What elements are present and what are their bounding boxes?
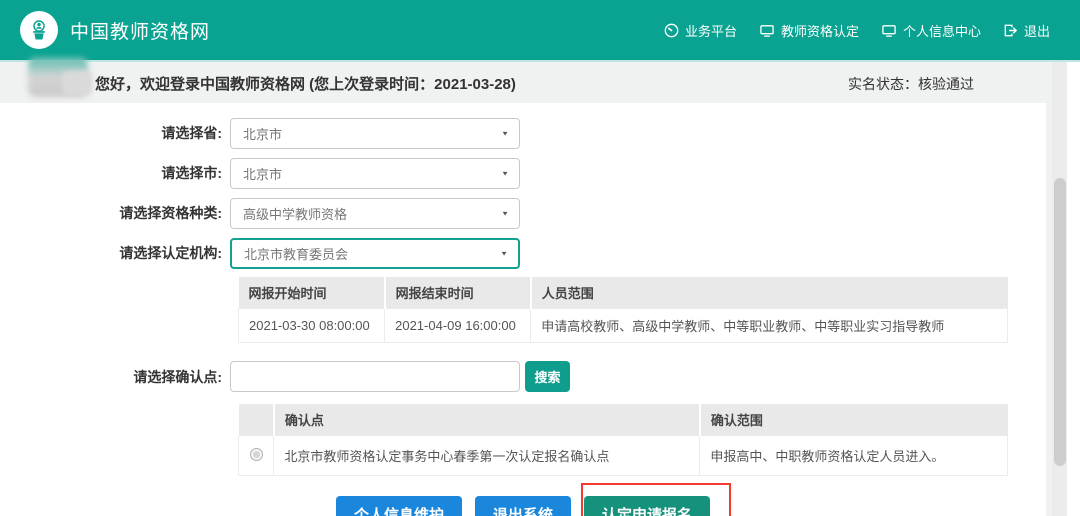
confirm-point-scope: 申报高中、中职教师资格认定人员进入。 xyxy=(700,436,1008,476)
schedule-header-end: 网报结束时间 xyxy=(385,277,531,309)
province-select[interactable]: 北京市 ▼ xyxy=(230,118,520,149)
chevron-down-icon: ▼ xyxy=(501,129,509,136)
confirm-table-header-row: 确认点 确认范围 xyxy=(239,404,1008,436)
table-row: 2021-03-30 08:00:00 2021-04-09 16:00:00 … xyxy=(239,309,1008,343)
top-nav: 业务平台 教师资格认定 个人信息中心 xyxy=(664,21,1050,40)
schedule-header-scope: 人员范围 xyxy=(531,277,1008,309)
schedule-table-header-row: 网报开始时间 网报结束时间 人员范围 xyxy=(239,277,1008,309)
confirm-point-table: 确认点 确认范围 北京市教师资格认定事务中心春季第一次认定报名确认点 申报高中、… xyxy=(238,404,1008,476)
apply-certification-button[interactable]: 认定申请报名 xyxy=(584,496,710,516)
nav-label: 个人信息中心 xyxy=(903,21,981,40)
confirm-point-search-input[interactable] xyxy=(230,361,520,392)
page: 中国教师资格网 业务平台 xyxy=(0,0,1080,516)
brand-logo-icon xyxy=(20,11,58,49)
annotated-button-wrapper: 认定申请报名 xyxy=(584,496,710,516)
form-row-qualification-type: 请选择资格种类: 高级中学教师资格 ▼ xyxy=(0,197,1046,229)
monitor-icon xyxy=(881,23,897,38)
brand-title: 中国教师资格网 xyxy=(70,17,210,44)
form-row-confirm-point: 请选择确认点: 搜索 xyxy=(0,361,1046,392)
exit-system-button[interactable]: 退出系统 xyxy=(475,496,571,516)
confirm-radio-cell xyxy=(239,436,274,476)
form-row-province: 请选择省: 北京市 ▼ xyxy=(0,117,1046,149)
confirm-header-radio xyxy=(239,404,274,436)
nav-personal-info-center[interactable]: 个人信息中心 xyxy=(881,21,981,40)
monitor-icon xyxy=(759,23,775,38)
dashboard-icon xyxy=(664,23,679,38)
nav-logout[interactable]: 退出 xyxy=(1003,21,1050,40)
brand[interactable]: 中国教师资格网 xyxy=(20,11,210,49)
confirm-point-radio[interactable] xyxy=(250,448,263,461)
realname-status: 实名状态：核验通过 xyxy=(848,74,974,94)
nav-label: 退出 xyxy=(1024,21,1050,40)
qualification-type-label: 请选择资格种类: xyxy=(0,203,230,223)
table-row: 北京市教师资格认定事务中心春季第一次认定报名确认点 申报高中、中职教师资格认定人… xyxy=(239,436,1008,476)
qualification-type-select-value: 高级中学教师资格 xyxy=(243,204,347,223)
welcome-greeting: 您好，欢迎登录中国教师资格网 (您上次登录时间：2021-03-28) xyxy=(95,73,516,94)
nav-business-platform[interactable]: 业务平台 xyxy=(664,21,737,40)
personal-info-maintenance-button[interactable]: 个人信息维护 xyxy=(336,496,462,516)
top-header-bar: 中国教师资格网 业务平台 xyxy=(0,0,1080,62)
redacted-username-blur xyxy=(62,71,92,95)
city-select-value: 北京市 xyxy=(243,164,282,183)
certifying-authority-select[interactable]: 北京市教育委员会 ▼ xyxy=(230,238,520,269)
main-content-panel: 请选择省: 北京市 ▼ 请选择市: 北京市 ▼ 请选择资格种类: 高级中学教师资… xyxy=(0,103,1046,516)
scrollbar-thumb[interactable] xyxy=(1054,178,1066,466)
confirm-header-point: 确认点 xyxy=(274,404,700,436)
province-select-value: 北京市 xyxy=(243,124,282,143)
form-row-certifying-authority: 请选择认定机构: 北京市教育委员会 ▼ xyxy=(0,237,1046,269)
confirm-header-scope: 确认范围 xyxy=(700,404,1008,436)
city-select[interactable]: 北京市 ▼ xyxy=(230,158,520,189)
qualification-type-select[interactable]: 高级中学教师资格 ▼ xyxy=(230,198,520,229)
schedule-personnel-scope: 申请高校教师、高级中学教师、中等职业教师、中等职业实习指导教师 xyxy=(531,309,1008,343)
schedule-end-time: 2021-04-09 16:00:00 xyxy=(385,309,531,343)
schedule-table: 网报开始时间 网报结束时间 人员范围 2021-03-30 08:00:00 2… xyxy=(238,277,1008,343)
schedule-header-start: 网报开始时间 xyxy=(239,277,385,309)
search-button[interactable]: 搜索 xyxy=(525,361,570,392)
province-label: 请选择省: xyxy=(0,123,230,143)
form-row-city: 请选择市: 北京市 ▼ xyxy=(0,157,1046,189)
nav-label: 业务平台 xyxy=(685,21,737,40)
certifying-authority-select-value: 北京市教育委员会 xyxy=(244,244,348,263)
footer-button-row: 个人信息维护 退出系统 认定申请报名 xyxy=(0,496,1046,516)
certifying-authority-label: 请选择认定机构: xyxy=(0,243,230,263)
chevron-down-icon: ▼ xyxy=(501,169,509,176)
welcome-bar: 您好，欢迎登录中国教师资格网 (您上次登录时间：2021-03-28) 实名状态… xyxy=(0,64,1046,103)
scrollbar-track[interactable] xyxy=(1052,62,1067,516)
chevron-down-icon: ▼ xyxy=(501,209,509,216)
chevron-down-icon: ▼ xyxy=(500,249,508,256)
schedule-start-time: 2021-03-30 08:00:00 xyxy=(239,309,385,343)
nav-label: 教师资格认定 xyxy=(781,21,859,40)
nav-teacher-certification[interactable]: 教师资格认定 xyxy=(759,21,859,40)
logout-icon xyxy=(1003,23,1018,38)
city-label: 请选择市: xyxy=(0,163,230,183)
confirm-point-name: 北京市教师资格认定事务中心春季第一次认定报名确认点 xyxy=(274,436,700,476)
confirm-point-label: 请选择确认点: xyxy=(0,367,230,387)
